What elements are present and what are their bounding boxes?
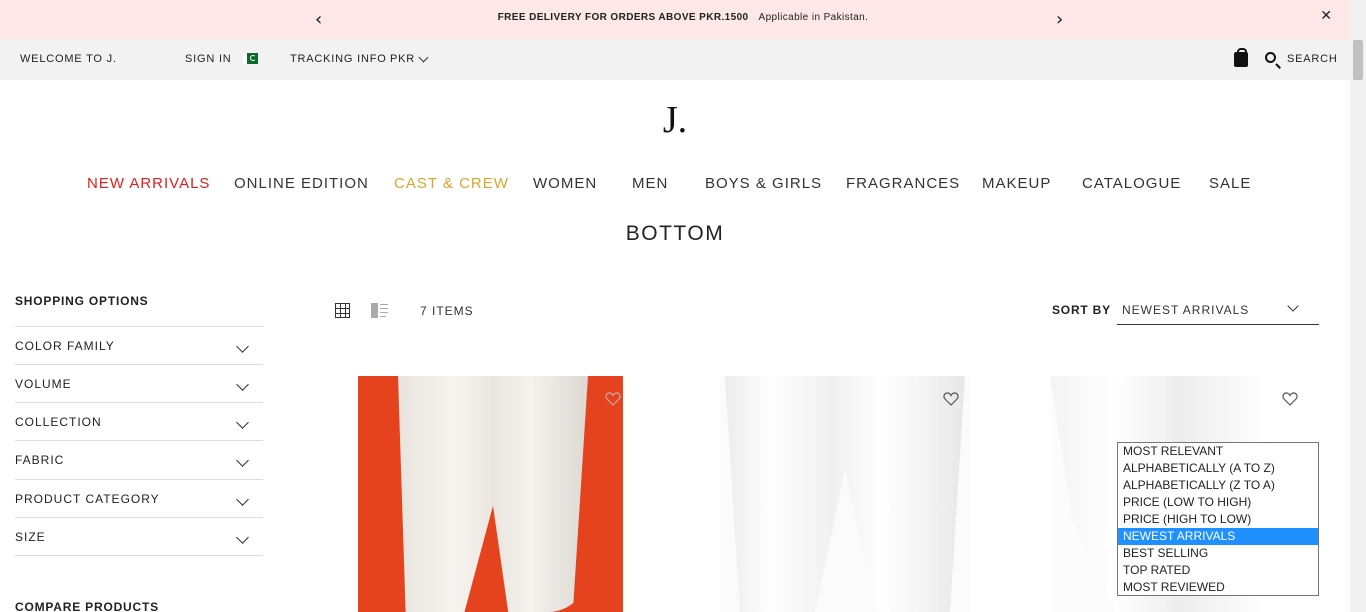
- promo-message: FREE DELIVERY FOR ORDERS ABOVE PKR.1500 A…: [0, 12, 1366, 23]
- items-count: 7 ITEMS: [420, 304, 474, 318]
- utility-bar: WELCOME TO J. SIGN IN TRACKING INFO PKR …: [0, 40, 1350, 80]
- filter-label: PRODUCT CATEGORY: [15, 492, 160, 506]
- page-title: BOTTOM: [625, 222, 725, 245]
- filter-fabric[interactable]: FABRIC: [15, 440, 263, 478]
- filter-label: SIZE: [15, 530, 46, 544]
- compare-products-heading: COMPARE PRODUCTS: [15, 600, 159, 612]
- sign-in-link[interactable]: SIGN IN: [185, 53, 232, 65]
- chevron-down-icon: [236, 454, 249, 467]
- shopping-options-heading: SHOPPING OPTIONS: [15, 294, 149, 308]
- sort-option-top-rated[interactable]: TOP RATED: [1118, 562, 1318, 579]
- sort-option-price-low-high[interactable]: PRICE (LOW TO HIGH): [1118, 494, 1318, 511]
- filter-collection[interactable]: COLLECTION: [15, 402, 263, 440]
- chevron-down-icon: [236, 378, 249, 391]
- filter-label: FABRIC: [15, 453, 65, 467]
- product-photo: [398, 376, 588, 612]
- heart-icon[interactable]: [1282, 391, 1298, 407]
- sort-select[interactable]: NEWEST ARRIVALS: [1117, 295, 1319, 325]
- nav-catalogue[interactable]: CATALOGUE: [1082, 175, 1181, 192]
- promo-bar: ‹ FREE DELIVERY FOR ORDERS ABOVE PKR.150…: [0, 0, 1366, 40]
- currency-selector[interactable]: PKR: [390, 53, 415, 65]
- product-image[interactable]: [720, 376, 970, 612]
- nav-new-arrivals[interactable]: NEW ARRIVALS: [87, 175, 210, 192]
- sort-option-most-relevant[interactable]: MOST RELEVANT: [1118, 443, 1318, 460]
- product-image[interactable]: [358, 376, 623, 612]
- sort-dropdown-list[interactable]: MOST RELEVANT ALPHABETICALLY (A TO Z) AL…: [1117, 442, 1319, 596]
- sort-option-price-high-low[interactable]: PRICE (HIGH TO LOW): [1118, 511, 1318, 528]
- filter-label: COLOR FAMILY: [15, 339, 115, 353]
- sort-option-alpha-a-z[interactable]: ALPHABETICALLY (A TO Z): [1118, 460, 1318, 477]
- chevron-down-icon: [1287, 300, 1299, 312]
- search-icon[interactable]: [1265, 52, 1276, 63]
- chevron-right-icon[interactable]: ›: [1056, 9, 1063, 30]
- chevron-down-icon: [236, 493, 249, 506]
- sort-option-most-reviewed[interactable]: MOST REVIEWED: [1118, 579, 1318, 596]
- shopping-bag-icon[interactable]: [1234, 48, 1248, 67]
- chevron-down-icon: [236, 416, 249, 429]
- list-view-icon[interactable]: [371, 303, 388, 318]
- grid-view-icon[interactable]: [335, 303, 350, 318]
- chevron-down-icon: [236, 340, 249, 353]
- scrollbar-thumb[interactable]: [1353, 40, 1363, 80]
- close-icon[interactable]: ✕: [1320, 8, 1332, 24]
- nav-online-edition[interactable]: ONLINE EDITION: [234, 175, 369, 192]
- product-photo: [725, 376, 965, 612]
- chevron-down-icon: [236, 531, 249, 544]
- nav-sale[interactable]: SALE: [1209, 175, 1251, 192]
- brand-logo[interactable]: J.: [0, 98, 1350, 142]
- pakistan-flag-icon[interactable]: [243, 53, 258, 64]
- promo-bold-text: FREE DELIVERY FOR ORDERS ABOVE PKR.1500: [497, 12, 749, 23]
- heart-icon[interactable]: [605, 391, 621, 407]
- sort-by-label: SORT BY: [1052, 303, 1111, 317]
- nav-women[interactable]: WOMEN: [533, 175, 597, 192]
- nav-makeup[interactable]: MAKEUP: [982, 175, 1051, 192]
- page-scrollbar[interactable]: [1350, 0, 1366, 612]
- tracking-info-link[interactable]: TRACKING INFO: [290, 53, 387, 65]
- sort-option-alpha-z-a[interactable]: ALPHABETICALLY (Z TO A): [1118, 477, 1318, 494]
- sort-selected-value: NEWEST ARRIVALS: [1122, 303, 1250, 317]
- filter-volume[interactable]: VOLUME: [15, 364, 263, 402]
- chevron-down-icon[interactable]: [418, 52, 429, 63]
- divider: [15, 555, 263, 556]
- filter-size[interactable]: SIZE: [15, 517, 263, 555]
- filter-label: COLLECTION: [15, 415, 102, 429]
- filter-product-category[interactable]: PRODUCT CATEGORY: [15, 479, 263, 517]
- nav-boys-girls[interactable]: BOYS & GIRLS: [705, 175, 822, 192]
- sort-option-newest-arrivals[interactable]: NEWEST ARRIVALS: [1118, 528, 1318, 545]
- nav-cast-crew[interactable]: CAST & CREW: [394, 175, 509, 192]
- filter-label: VOLUME: [15, 377, 72, 391]
- filter-color-family[interactable]: COLOR FAMILY: [15, 326, 263, 364]
- nav-fragrances[interactable]: FRAGRANCES: [846, 175, 960, 192]
- nav-men[interactable]: MEN: [632, 175, 668, 192]
- heart-icon[interactable]: [943, 391, 959, 407]
- sort-option-best-selling[interactable]: BEST SELLING: [1118, 545, 1318, 562]
- promo-text: Applicable in Pakistan.: [758, 12, 869, 23]
- search-link[interactable]: SEARCH: [1287, 53, 1338, 65]
- welcome-text: WELCOME TO J.: [20, 53, 117, 65]
